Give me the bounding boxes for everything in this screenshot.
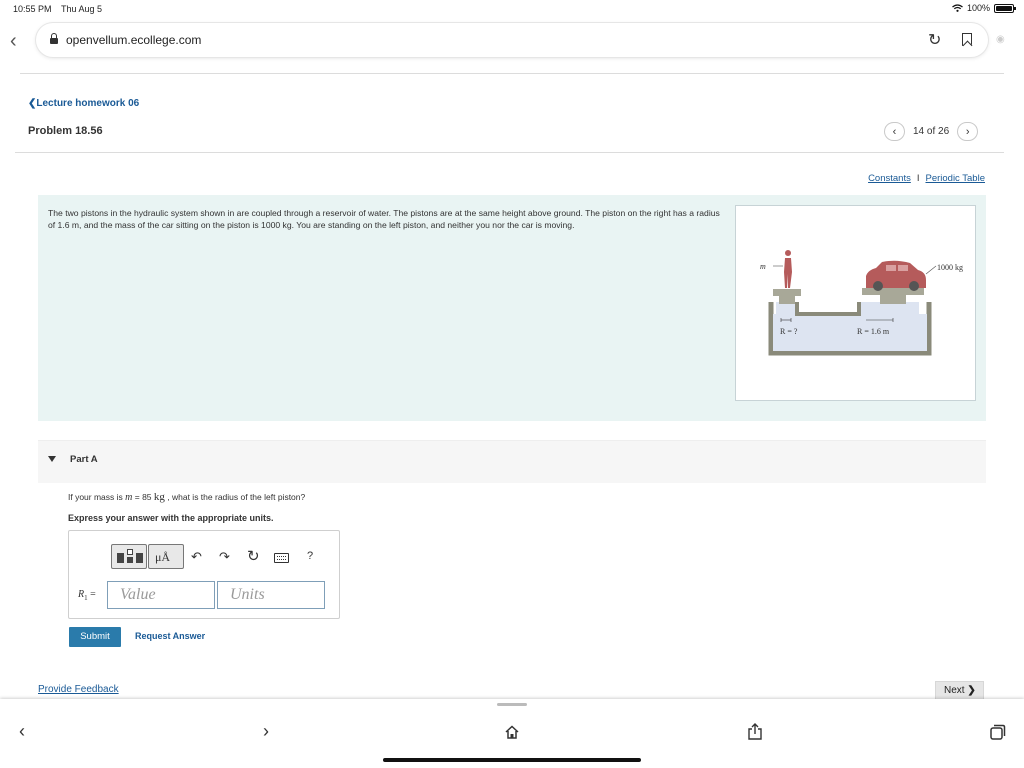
left-radius-label: R = ?: [780, 327, 798, 336]
part-a-header[interactable]: Part A: [38, 440, 986, 483]
share-icon[interactable]: [748, 723, 762, 740]
value-input[interactable]: [108, 582, 214, 608]
answer-box: μÅ ↶ ↷ ↻ ? R1 =: [68, 530, 340, 619]
answer-instruction: Express your answer with the appropriate…: [68, 513, 274, 523]
templates-button[interactable]: [111, 544, 147, 569]
forward-icon[interactable]: ›: [263, 721, 269, 742]
status-right: 100%: [952, 3, 1016, 13]
units-button[interactable]: μÅ: [148, 544, 184, 569]
divider: [20, 73, 1004, 74]
home-icon[interactable]: [505, 725, 519, 739]
submit-button[interactable]: Submit: [69, 627, 121, 647]
status-date: Thu Aug 5: [61, 4, 103, 14]
back-icon[interactable]: ‹: [19, 721, 25, 742]
request-answer-link[interactable]: Request Answer: [135, 631, 205, 641]
part-a-label: Part A: [70, 454, 98, 465]
problem-statement-box: The two pistons in the hydraulic system …: [38, 195, 986, 421]
units-input[interactable]: [218, 582, 324, 608]
help-button[interactable]: ?: [307, 550, 313, 562]
variable-label: R1 =: [78, 589, 96, 602]
redo-icon[interactable]: ↷: [219, 549, 230, 565]
breadcrumb[interactable]: ❮Lecture homework 06: [28, 98, 139, 109]
next-button[interactable]: Next ❯: [935, 681, 984, 700]
page-title: Problem 18.56: [28, 125, 103, 137]
url-text[interactable]: openvellum.ecollege.com: [66, 33, 201, 47]
browser-toolbar: ‹ ›: [0, 699, 1024, 768]
pager: ‹ 14 of 26 ›: [884, 122, 979, 141]
pager-text: 14 of 26: [913, 126, 950, 137]
tabs-icon[interactable]: [990, 724, 1006, 740]
bookmark-icon[interactable]: [962, 33, 972, 46]
chevron-right-icon: ❯: [967, 685, 976, 696]
hydraulic-diagram: m 1000 kg R = ? R = 1.6 m: [760, 250, 963, 356]
car-mass-label: 1000 kg: [937, 263, 963, 272]
status-time: 10:55 PM: [13, 4, 52, 14]
previous-problem-button[interactable]: ‹: [884, 122, 905, 141]
address-bar[interactable]: openvellum.ecollege.com ↻: [36, 23, 988, 57]
hydraulic-figure: m 1000 kg R = ? R = 1.6 m: [735, 205, 976, 401]
value-field[interactable]: [107, 581, 215, 609]
status-bar: 10:55 PM Thu Aug 5 100%: [0, 0, 1024, 18]
grabber-handle[interactable]: [497, 703, 527, 706]
next-problem-button[interactable]: ›: [957, 122, 979, 141]
home-indicator: [383, 758, 641, 762]
mass-label: m: [760, 262, 766, 271]
right-radius-label: R = 1.6 m: [857, 327, 890, 336]
chevron-right-icon: ›: [965, 125, 970, 138]
chevron-left-icon: ‹: [892, 125, 897, 138]
periodic-table-link[interactable]: Periodic Table: [925, 173, 985, 184]
units-field[interactable]: [217, 581, 325, 609]
collapse-triangle-icon[interactable]: [48, 456, 56, 462]
link-separator: I: [916, 173, 920, 184]
reset-icon[interactable]: ↻: [247, 547, 260, 565]
problem-text: The two pistons in the hydraulic system …: [48, 208, 720, 230]
reader-icon[interactable]: ◉: [996, 34, 1005, 45]
keyboard-icon[interactable]: [274, 553, 289, 563]
browser-back-icon[interactable]: ‹: [10, 30, 17, 53]
reload-icon[interactable]: ↻: [928, 30, 941, 50]
divider: [15, 152, 1004, 153]
battery-icon: [994, 3, 1016, 13]
constants-link[interactable]: Constants: [868, 173, 911, 184]
resource-links: Constants I Periodic Table: [868, 173, 985, 184]
wifi-icon: [952, 4, 963, 12]
undo-icon[interactable]: ↶: [191, 549, 202, 565]
provide-feedback-link[interactable]: Provide Feedback: [38, 684, 119, 695]
battery-percent: 100%: [966, 3, 990, 13]
question-text: If your mass is m = 85 kg , what is the …: [68, 491, 306, 503]
lock-icon: [50, 33, 58, 44]
